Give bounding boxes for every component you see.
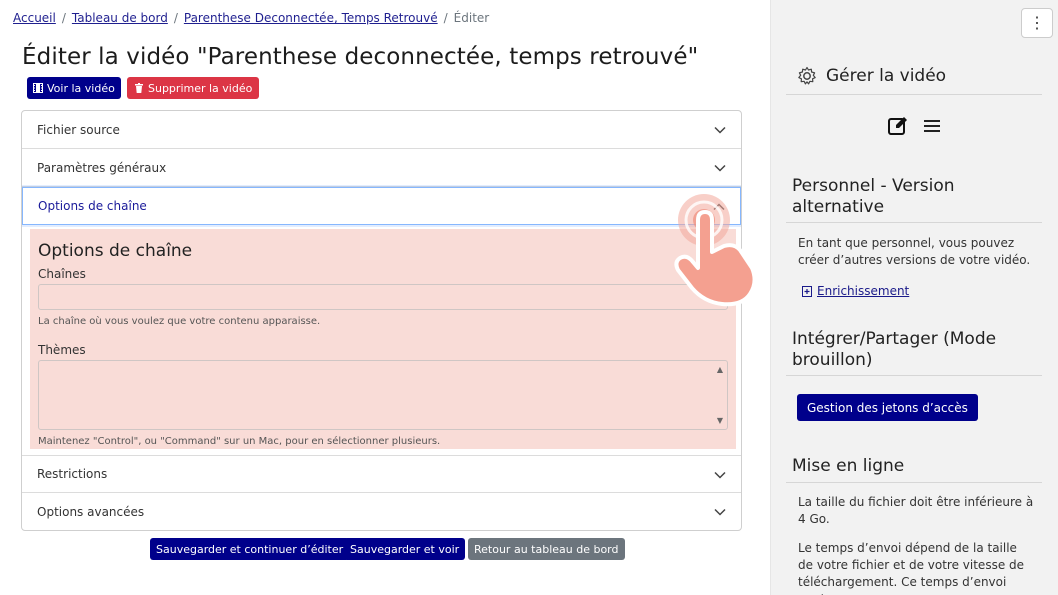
breadcrumb-dashboard-link[interactable]: Tableau de bord [72, 11, 168, 25]
breadcrumb-video-link[interactable]: Parenthese Deconnectée, Temps Retrouvé [184, 11, 438, 25]
channels-input[interactable] [38, 284, 728, 310]
chevron-down-icon [714, 508, 726, 516]
delete-video-label: Supprimer la vidéo [148, 81, 253, 95]
divider [786, 482, 1042, 483]
upload-size-text: La taille du fichier doit être inférieur… [798, 495, 1034, 526]
enrichment-label: Enrichissement [817, 284, 910, 298]
edit-icon[interactable] [887, 115, 909, 137]
section-label: Options avancées [37, 505, 145, 519]
breadcrumb: Accueil / Tableau de bord / Parenthese Decon… [13, 11, 489, 25]
section-restrictions-header[interactable]: Restrictions [22, 455, 741, 493]
trash-icon [135, 83, 143, 93]
section-channel-options-header[interactable]: Options de chaîne [22, 187, 741, 225]
video-settings-accordion: Fichier source Paramètres généraux Optio… [21, 110, 742, 531]
section-label: Restrictions [37, 467, 108, 481]
themes-multiselect[interactable]: ▲ ▼ [38, 360, 728, 430]
back-to-dashboard-button[interactable]: Retour au tableau de bord [468, 538, 625, 560]
breadcrumb-home-link[interactable]: Accueil [13, 11, 56, 25]
gear-icon [798, 66, 816, 85]
chevron-down-icon [714, 471, 726, 479]
page-title: Éditer la vidéo "Parenthese deconnectée,… [22, 44, 699, 70]
divider [786, 222, 1042, 223]
manage-video-heading: Gérer la vidéo [797, 66, 946, 86]
channels-label: Chaînes [38, 267, 86, 281]
breadcrumb-separator: / [443, 11, 448, 25]
scroll-down-arrow[interactable]: ▼ [717, 416, 723, 425]
section-source-file-header[interactable]: Fichier source [22, 111, 741, 149]
chevron-up-icon [713, 203, 725, 211]
upload-section-title: Mise en ligne [792, 456, 905, 476]
save-and-view-button[interactable]: Sauvegarder et voir [344, 538, 466, 560]
film-icon [33, 83, 43, 93]
section-label: Paramètres généraux [37, 160, 167, 175]
kebab-menu-icon: ⋮ [1029, 15, 1045, 32]
divider [786, 94, 1042, 95]
themes-help-text: Maintenez "Control", ou "Command" sur un… [38, 436, 441, 447]
list-icon[interactable] [922, 115, 942, 137]
scroll-up-arrow[interactable]: ▲ [717, 365, 723, 374]
channels-help-text: La chaîne où vous voulez que votre conte… [38, 316, 321, 327]
view-video-label: Voir la vidéo [47, 81, 115, 95]
delete-video-button[interactable]: Supprimer la vidéo [127, 77, 260, 99]
access-tokens-button[interactable]: Gestion des jetons d’accès [797, 394, 978, 421]
breadcrumb-current: Éditer [453, 11, 490, 25]
save-and-continue-button[interactable]: Sauvegarder et continuer d’éditer [150, 538, 350, 560]
view-video-button[interactable]: Voir la vidéo [27, 77, 121, 99]
section-advanced-options-header[interactable]: Options avancées [22, 493, 741, 530]
chevron-down-icon [714, 164, 726, 172]
upload-time-text: Le temps d’envoi dépend de la taille de … [798, 541, 1025, 595]
panel-title: Options de chaîne [38, 241, 193, 261]
section-general-settings-header[interactable]: Paramètres généraux [22, 149, 741, 187]
chevron-down-icon [714, 126, 726, 134]
channel-options-panel: Options de chaîne Chaînes La chaîne où v… [30, 229, 736, 449]
themes-label: Thèmes [38, 343, 86, 357]
kebab-menu-button[interactable]: ⋮ [1021, 8, 1053, 38]
plus-square-icon [802, 285, 812, 297]
staff-section-text: En tant que personnel, vous pouvez créer… [798, 236, 1031, 267]
divider [786, 375, 1042, 376]
manage-toolbar [887, 115, 942, 137]
breadcrumb-separator: / [61, 11, 66, 25]
staff-section-title: Personnel - Version alternative [792, 176, 955, 217]
section-label: Options de chaîne [38, 199, 147, 213]
section-label: Fichier source [37, 122, 120, 137]
breadcrumb-separator: / [173, 11, 178, 25]
share-section-title: Intégrer/Partager (Mode brouillon) [792, 329, 997, 370]
enrichment-link[interactable]: Enrichissement [802, 284, 909, 298]
manage-video-title: Gérer la vidéo [826, 66, 947, 86]
